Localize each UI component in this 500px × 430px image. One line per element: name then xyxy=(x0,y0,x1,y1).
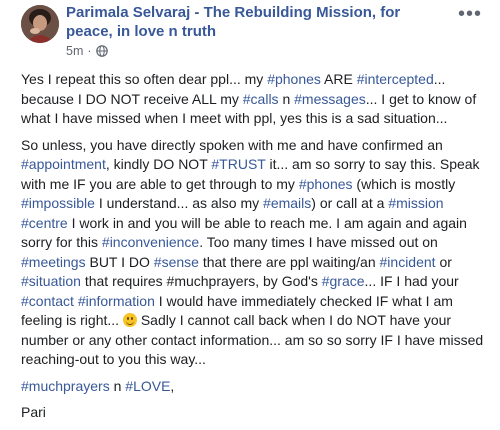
hashtag-link[interactable]: #muchprayers xyxy=(21,378,110,394)
hashtag-link[interactable]: #calls xyxy=(243,91,279,107)
post-text: So unless, you have directly spoken with… xyxy=(21,136,443,153)
post-text: that there are ppl waiting/an xyxy=(198,253,380,270)
hashtag-link[interactable]: #appointment xyxy=(21,156,106,172)
post-text: BUT I DO xyxy=(85,253,154,270)
post-meta: 5m · xyxy=(66,44,108,58)
post-text: Pari xyxy=(21,404,46,420)
post-text: n xyxy=(278,90,295,107)
hashtag-link[interactable]: #situation xyxy=(21,273,81,289)
hashtag-link[interactable]: #grace xyxy=(322,273,365,289)
avatar-photo-icon xyxy=(21,5,59,43)
hashtag-link[interactable]: #impossible xyxy=(21,195,95,211)
hashtag-link[interactable]: #phones xyxy=(267,71,321,87)
hashtag-link[interactable]: #contact xyxy=(21,293,74,309)
meta-separator: · xyxy=(87,44,92,58)
hashtag-link[interactable]: #sense xyxy=(154,254,199,270)
facebook-post: Parimala Selvaraj - The Rebuilding Missi… xyxy=(0,0,500,420)
post-text: that requires #muchprayers, by God's xyxy=(80,273,322,289)
post-text: or xyxy=(435,253,452,270)
post-text: (which is mostly xyxy=(352,175,456,192)
post-text: ... IF I had your xyxy=(364,273,459,289)
hashtag-link[interactable]: #LOVE xyxy=(125,378,170,394)
post-paragraph: So unless, you have directly spoken with… xyxy=(21,136,487,370)
post-text: , kindly DO NOT xyxy=(105,156,212,172)
author-name[interactable]: Parimala Selvaraj - The Rebuilding Missi… xyxy=(66,3,446,41)
hashtag-link[interactable]: #information xyxy=(78,293,155,309)
post-body: Yes I repeat this so often dear ppl... m… xyxy=(21,70,487,430)
hashtag-link[interactable]: #mission xyxy=(388,195,443,211)
hashtag-link[interactable]: #TRUST xyxy=(211,156,265,172)
post-paragraph: Yes I repeat this so often dear ppl... m… xyxy=(21,70,487,129)
post-paragraph: #muchprayers n #LOVE, xyxy=(21,377,487,397)
hashtag-link[interactable]: #incident xyxy=(380,254,436,270)
globe-icon[interactable] xyxy=(95,45,108,57)
hashtag-link[interactable]: #emails xyxy=(263,195,311,211)
hashtag-link[interactable]: #meetings xyxy=(21,254,86,270)
more-options-icon[interactable]: ••• xyxy=(458,4,482,24)
post-text: Yes I repeat this so often dear ppl... m… xyxy=(21,71,268,87)
hashtag-link[interactable]: #inconvenience xyxy=(102,234,199,250)
post-text: I understand... as also my xyxy=(94,195,264,211)
hashtag-link[interactable]: #intercepted xyxy=(357,71,434,87)
smile-emoji-icon xyxy=(122,313,137,327)
author-avatar[interactable] xyxy=(21,5,59,43)
post-text: , xyxy=(170,377,175,394)
post-text: . Too many times I have missed out on xyxy=(199,234,438,250)
hashtag-link[interactable]: #phones xyxy=(299,176,353,192)
hashtag-link[interactable]: #centre xyxy=(21,215,68,231)
post-timestamp[interactable]: 5m xyxy=(66,44,83,58)
post-text: ARE xyxy=(320,71,357,87)
hashtag-link[interactable]: #messages xyxy=(294,91,366,107)
post-text: n xyxy=(109,377,126,394)
post-text: ) or call at a xyxy=(311,195,389,211)
